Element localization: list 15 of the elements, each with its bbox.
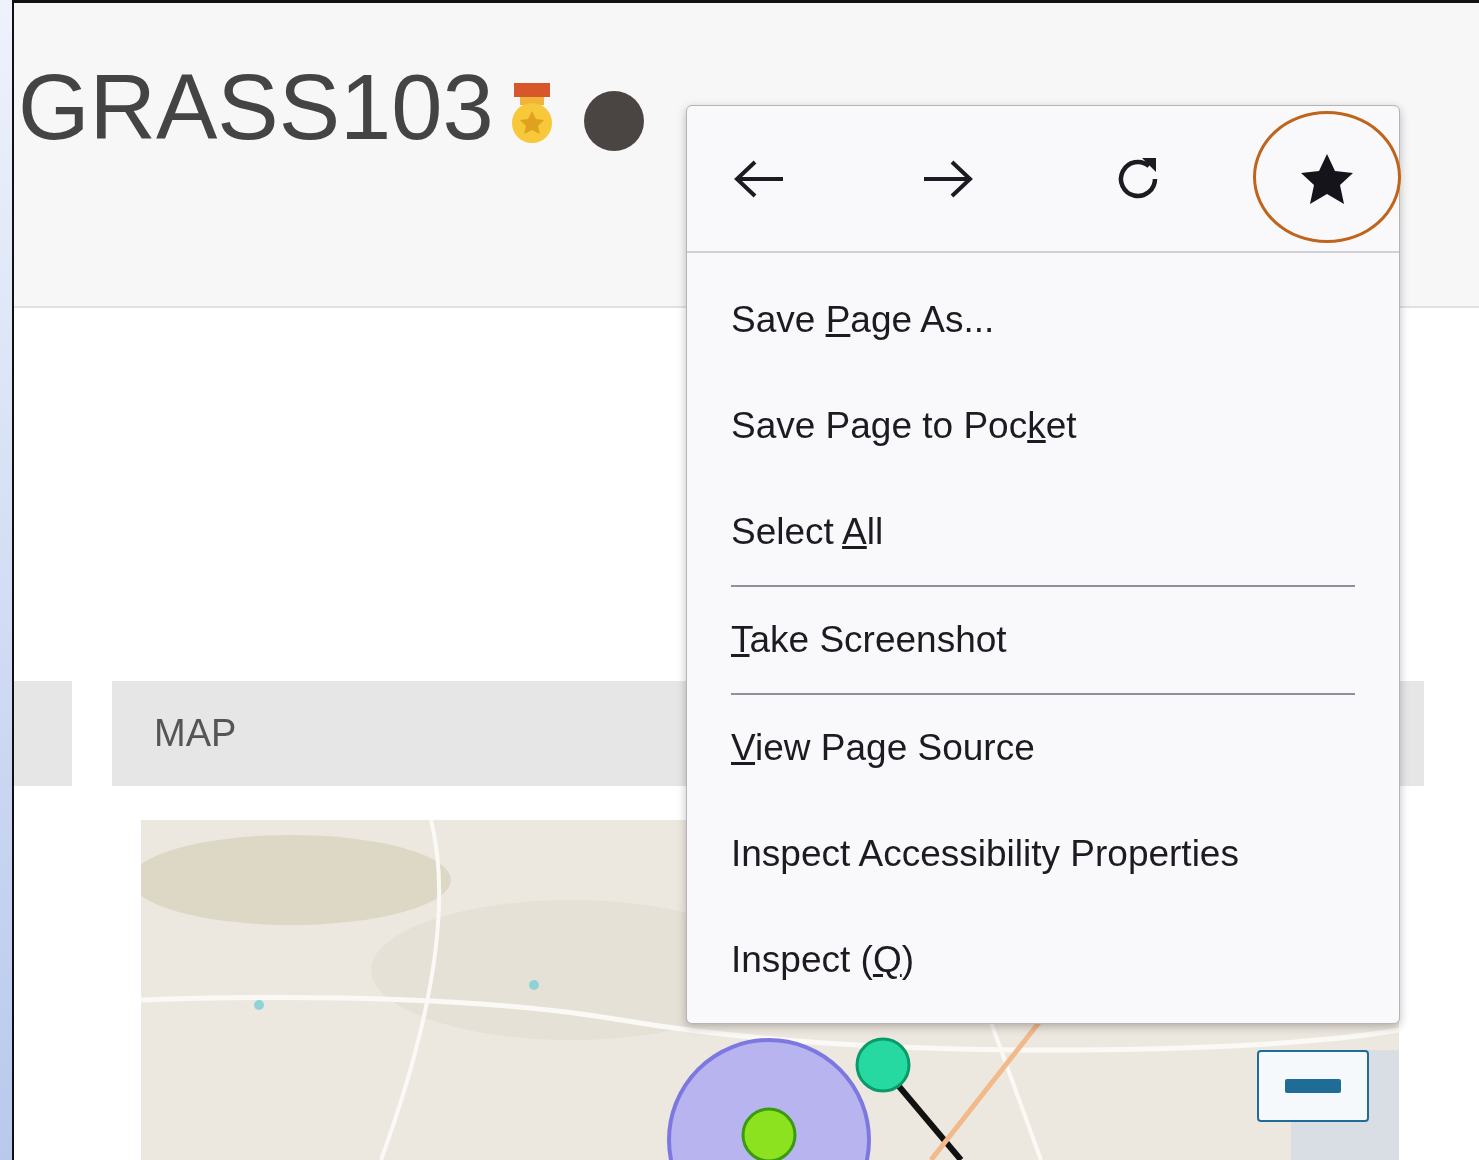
menu-item[interactable]: Inspect Accessibility Properties xyxy=(687,801,1399,907)
back-arrow-icon xyxy=(733,158,785,199)
menu-item[interactable]: Take Screenshot xyxy=(687,587,1399,693)
panel-title: MAP xyxy=(154,712,237,755)
menu-item[interactable]: View Page Source xyxy=(687,695,1399,801)
medal-icon xyxy=(509,83,554,145)
avatar-icon[interactable] xyxy=(583,91,644,151)
menu-item[interactable]: Save Page As... xyxy=(687,267,1399,373)
menu-item[interactable]: Select All xyxy=(687,479,1399,585)
menu-item[interactable]: Inspect (Q) xyxy=(687,907,1399,1013)
page-title: GRASS103 xyxy=(18,61,494,153)
menu-item[interactable]: Save Page to Pocket xyxy=(687,373,1399,479)
forward-arrow-icon xyxy=(922,158,975,199)
zoom-out-button[interactable] xyxy=(1257,1050,1369,1122)
minus-icon xyxy=(1285,1079,1341,1093)
